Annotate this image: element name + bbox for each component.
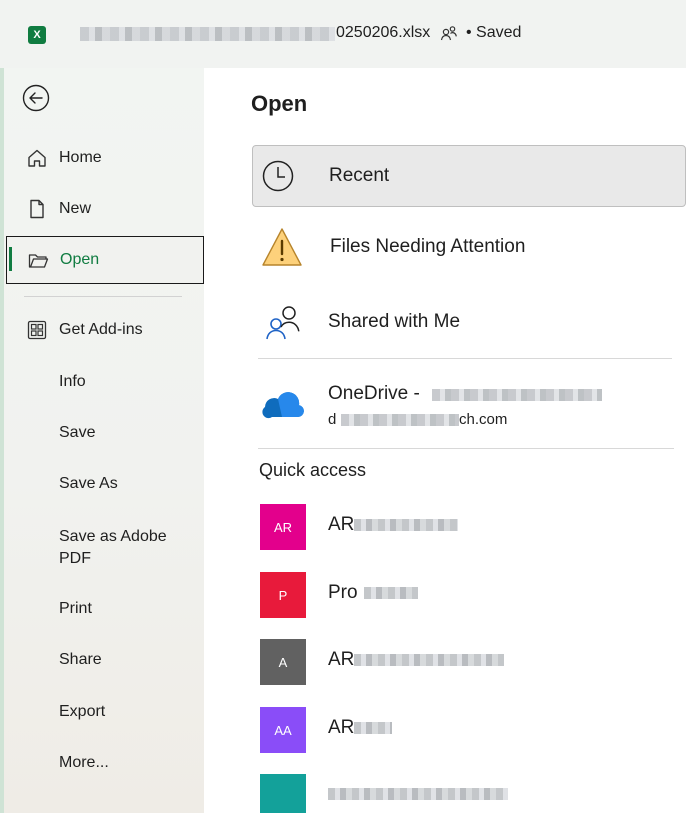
warning-icon <box>262 228 302 266</box>
quick-access-item[interactable]: P Pro <box>260 572 680 618</box>
location-shared-with-me[interactable]: Shared with Me <box>252 297 686 347</box>
nav-more-label: More... <box>59 754 109 771</box>
redacted-filename <box>80 27 335 41</box>
save-status: • Saved <box>466 24 522 41</box>
nav-get-addins[interactable]: Get Add-ins <box>8 307 202 353</box>
nav-save-as-adobe-pdf[interactable]: Save as Adobe PDF <box>8 522 202 574</box>
nav-new-label: New <box>59 200 92 217</box>
filename-text[interactable]: 0250206.xlsx <box>336 24 430 42</box>
nav-divider <box>24 296 182 297</box>
quick-access-item[interactable]: A AR <box>260 639 680 685</box>
quick-access-separator <box>258 448 674 449</box>
location-files-needing-attention-label: Files Needing Attention <box>330 236 526 257</box>
location-onedrive[interactable]: OneDrive - d ch.com <box>252 373 686 437</box>
nav-home[interactable]: Home <box>8 135 202 181</box>
quick-access-item[interactable]: AA AR <box>260 707 680 753</box>
quick-access-label: AR <box>328 717 355 738</box>
nav-print[interactable]: Print <box>8 586 202 632</box>
redacted-name <box>354 722 392 734</box>
nav-info-label: Info <box>59 373 86 390</box>
location-shared-with-me-label: Shared with Me <box>328 311 461 332</box>
redacted-onedrive-account <box>341 414 459 426</box>
nav-save[interactable]: Save <box>8 410 202 456</box>
quick-access-badge: A <box>260 639 306 685</box>
clock-icon <box>262 160 294 192</box>
onedrive-cloud-icon <box>262 392 304 419</box>
quick-access-badge: AR <box>260 504 306 550</box>
nav-save-as[interactable]: Save As <box>8 461 202 507</box>
quick-access-heading: Quick access <box>259 460 367 480</box>
nav-save-as-label: Save As <box>59 475 118 492</box>
new-file-icon <box>30 199 44 219</box>
quick-access-label: AR <box>328 649 355 670</box>
quick-access-item[interactable] <box>260 774 680 813</box>
nav-save-as-adobe-pdf-label: Save as Adobe PDF <box>59 528 167 567</box>
shared-people-icon[interactable] <box>440 24 458 42</box>
onedrive-account-suffix: ch.com <box>459 411 508 428</box>
nav-info[interactable]: Info <box>8 359 202 405</box>
nav-share[interactable]: Share <box>8 637 202 683</box>
page-title: Open <box>251 91 308 116</box>
quick-access-badge <box>260 774 306 813</box>
nav-get-addins-label: Get Add-ins <box>59 321 143 338</box>
nav-print-label: Print <box>59 600 92 617</box>
redacted-name <box>354 654 504 666</box>
nav-home-label: Home <box>59 149 102 166</box>
redacted-name <box>354 519 458 531</box>
nav-new[interactable]: New <box>8 186 202 232</box>
nav-export[interactable]: Export <box>8 689 202 735</box>
folder-open-icon <box>28 254 49 268</box>
nav-open[interactable]: Open <box>6 236 204 284</box>
shared-people-icon <box>266 306 300 340</box>
nav-export-label: Export <box>59 703 106 720</box>
quick-access-badge: AA <box>260 707 306 753</box>
excel-logo-icon: X <box>28 26 46 44</box>
addins-grid-icon <box>27 320 47 340</box>
location-recent[interactable]: Recent <box>252 145 686 207</box>
onedrive-account-prefix: d <box>328 411 337 428</box>
home-icon <box>28 149 46 167</box>
nav-share-label: Share <box>59 651 102 668</box>
location-recent-label: Recent <box>329 165 390 186</box>
redacted-name <box>364 587 418 599</box>
quick-access-label: Pro <box>328 582 358 603</box>
quick-access-badge: P <box>260 572 306 618</box>
nav-open-label: Open <box>60 251 100 268</box>
nav-more[interactable]: More... <box>8 740 202 786</box>
location-separator <box>258 358 672 359</box>
quick-access-label: AR <box>328 514 355 535</box>
quick-access-item[interactable]: AR AR <box>260 504 680 550</box>
back-arrow-icon[interactable] <box>22 84 50 112</box>
title-bar: X 0250206.xlsx • Saved <box>0 0 686 68</box>
location-files-needing-attention[interactable]: Files Needing Attention <box>252 222 686 272</box>
location-onedrive-label: OneDrive - <box>328 383 420 404</box>
redacted-name <box>328 788 508 800</box>
redacted-onedrive-org <box>432 389 602 401</box>
nav-save-label: Save <box>59 424 96 441</box>
